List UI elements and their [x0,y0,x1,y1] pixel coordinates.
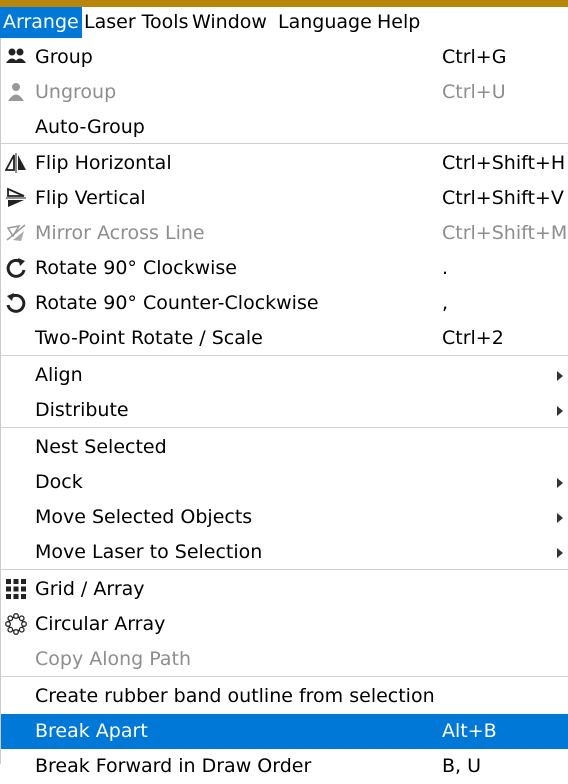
menu-item-shortcut: Ctrl+Shift+V [442,187,564,209]
menu-item-shortcut: , [442,292,449,314]
submenu-arrow-icon [557,548,563,558]
flip-horizontal-icon [4,152,27,174]
arrange-menu: Group Ctrl+G Ungroup Ctrl+U Auto-Group F… [0,38,568,777]
menubar-laser-tools[interactable]: Laser Tools [81,7,191,38]
menu-item-label: Group [35,46,93,68]
menu-item-label: Break Forward in Draw Order [35,755,312,777]
menu-item-copy-along-path[interactable]: Copy Along Path [1,642,568,677]
menu-item-auto-group[interactable]: Auto-Group [1,110,568,145]
ungroup-icon [5,81,27,103]
menu-item-label: Align [35,364,83,386]
menu-item-mirror-across-line[interactable]: Mirror Across Line Ctrl+Shift+M [1,216,568,251]
menu-item-label: Rotate 90° Clockwise [35,257,237,279]
menu-item-label: Dock [35,471,83,493]
menu-item-shortcut: Ctrl+Shift+H [442,152,566,174]
menu-item-align[interactable]: Align [1,358,568,393]
submenu-arrow-icon [557,371,563,381]
menu-item-group[interactable]: Group Ctrl+G [1,40,568,75]
menu-item-label: Copy Along Path [35,648,192,670]
grid-array-icon [5,578,27,600]
menu-item-label: Ungroup [35,81,117,103]
menu-item-grid-array[interactable]: Grid / Array [1,572,568,607]
submenu-arrow-icon [557,478,563,488]
menu-item-label: Two-Point Rotate / Scale [35,327,263,349]
menubar-help[interactable]: Help [374,7,423,38]
menu-item-rotate-clockwise[interactable]: Rotate 90° Clockwise . [1,251,568,286]
menu-item-label: Flip Horizontal [35,152,172,174]
menu-item-distribute[interactable]: Distribute [1,393,568,428]
menu-item-label: Grid / Array [35,578,145,600]
menu-item-label: Nest Selected [35,436,167,458]
menu-separator [1,355,568,356]
menu-item-shortcut: Alt+B [442,720,497,742]
menu-separator [1,569,568,570]
menu-item-move-selected-objects[interactable]: Move Selected Objects [1,500,568,535]
rotate-counter-clockwise-icon [5,292,27,314]
mirror-across-line-icon [5,222,27,244]
menu-item-nest-selected[interactable]: Nest Selected [1,430,568,465]
menu-item-break-apart[interactable]: Break Apart Alt+B [1,714,568,749]
menu-item-circular-array[interactable]: Circular Array [1,607,568,642]
menu-item-label: Break Apart [35,720,148,742]
menubar-window[interactable]: Window [189,7,270,38]
flip-vertical-icon [5,187,27,209]
group-icon [5,46,27,68]
menu-item-shortcut: B, U [442,755,482,777]
menu-item-shortcut: . [442,257,449,279]
menu-item-move-laser-to-selection[interactable]: Move Laser to Selection [1,535,568,570]
menu-item-label: Mirror Across Line [35,222,205,244]
menu-bar: Arrange Laser Tools Window Language Help [0,7,568,38]
menu-item-ungroup[interactable]: Ungroup Ctrl+U [1,75,568,110]
menu-item-flip-horizontal[interactable]: Flip Horizontal Ctrl+Shift+H [1,146,568,181]
menu-item-shortcut: Ctrl+Shift+M [442,222,568,244]
menu-item-shortcut: Ctrl+U [442,81,506,103]
menubar-language[interactable]: Language [275,7,375,38]
menu-item-break-forward-draw-order[interactable]: Break Forward in Draw Order B, U [1,749,568,784]
menu-item-two-point-rotate-scale[interactable]: Two-Point Rotate / Scale Ctrl+2 [1,321,568,356]
menu-item-flip-vertical[interactable]: Flip Vertical Ctrl+Shift+V [1,181,568,216]
menu-item-shortcut: Ctrl+G [442,46,507,68]
submenu-arrow-icon [557,513,563,523]
menu-item-label: Move Selected Objects [35,506,253,528]
menu-item-label: Move Laser to Selection [35,541,263,563]
menu-item-dock[interactable]: Dock [1,465,568,500]
rotate-clockwise-icon [5,257,27,279]
menu-separator [1,676,568,677]
menu-item-rubber-band-outline[interactable]: Create rubber band outline from selectio… [1,679,568,714]
menu-item-label: Distribute [35,399,129,421]
menu-item-shortcut: Ctrl+2 [442,327,504,349]
title-bar-strip [0,0,568,7]
menu-item-label: Flip Vertical [35,187,146,209]
menu-item-label: Circular Array [35,613,166,635]
menu-item-label: Create rubber band outline from selectio… [35,685,435,707]
submenu-arrow-icon [557,406,563,416]
menu-item-label: Auto-Group [35,116,145,138]
menu-item-rotate-counter-clockwise[interactable]: Rotate 90° Counter-Clockwise , [1,286,568,321]
menu-separator [1,143,568,144]
menu-separator [1,427,568,428]
menu-item-label: Rotate 90° Counter-Clockwise [35,292,319,314]
menubar-arrange[interactable]: Arrange [0,7,82,38]
circular-array-icon [5,613,27,635]
